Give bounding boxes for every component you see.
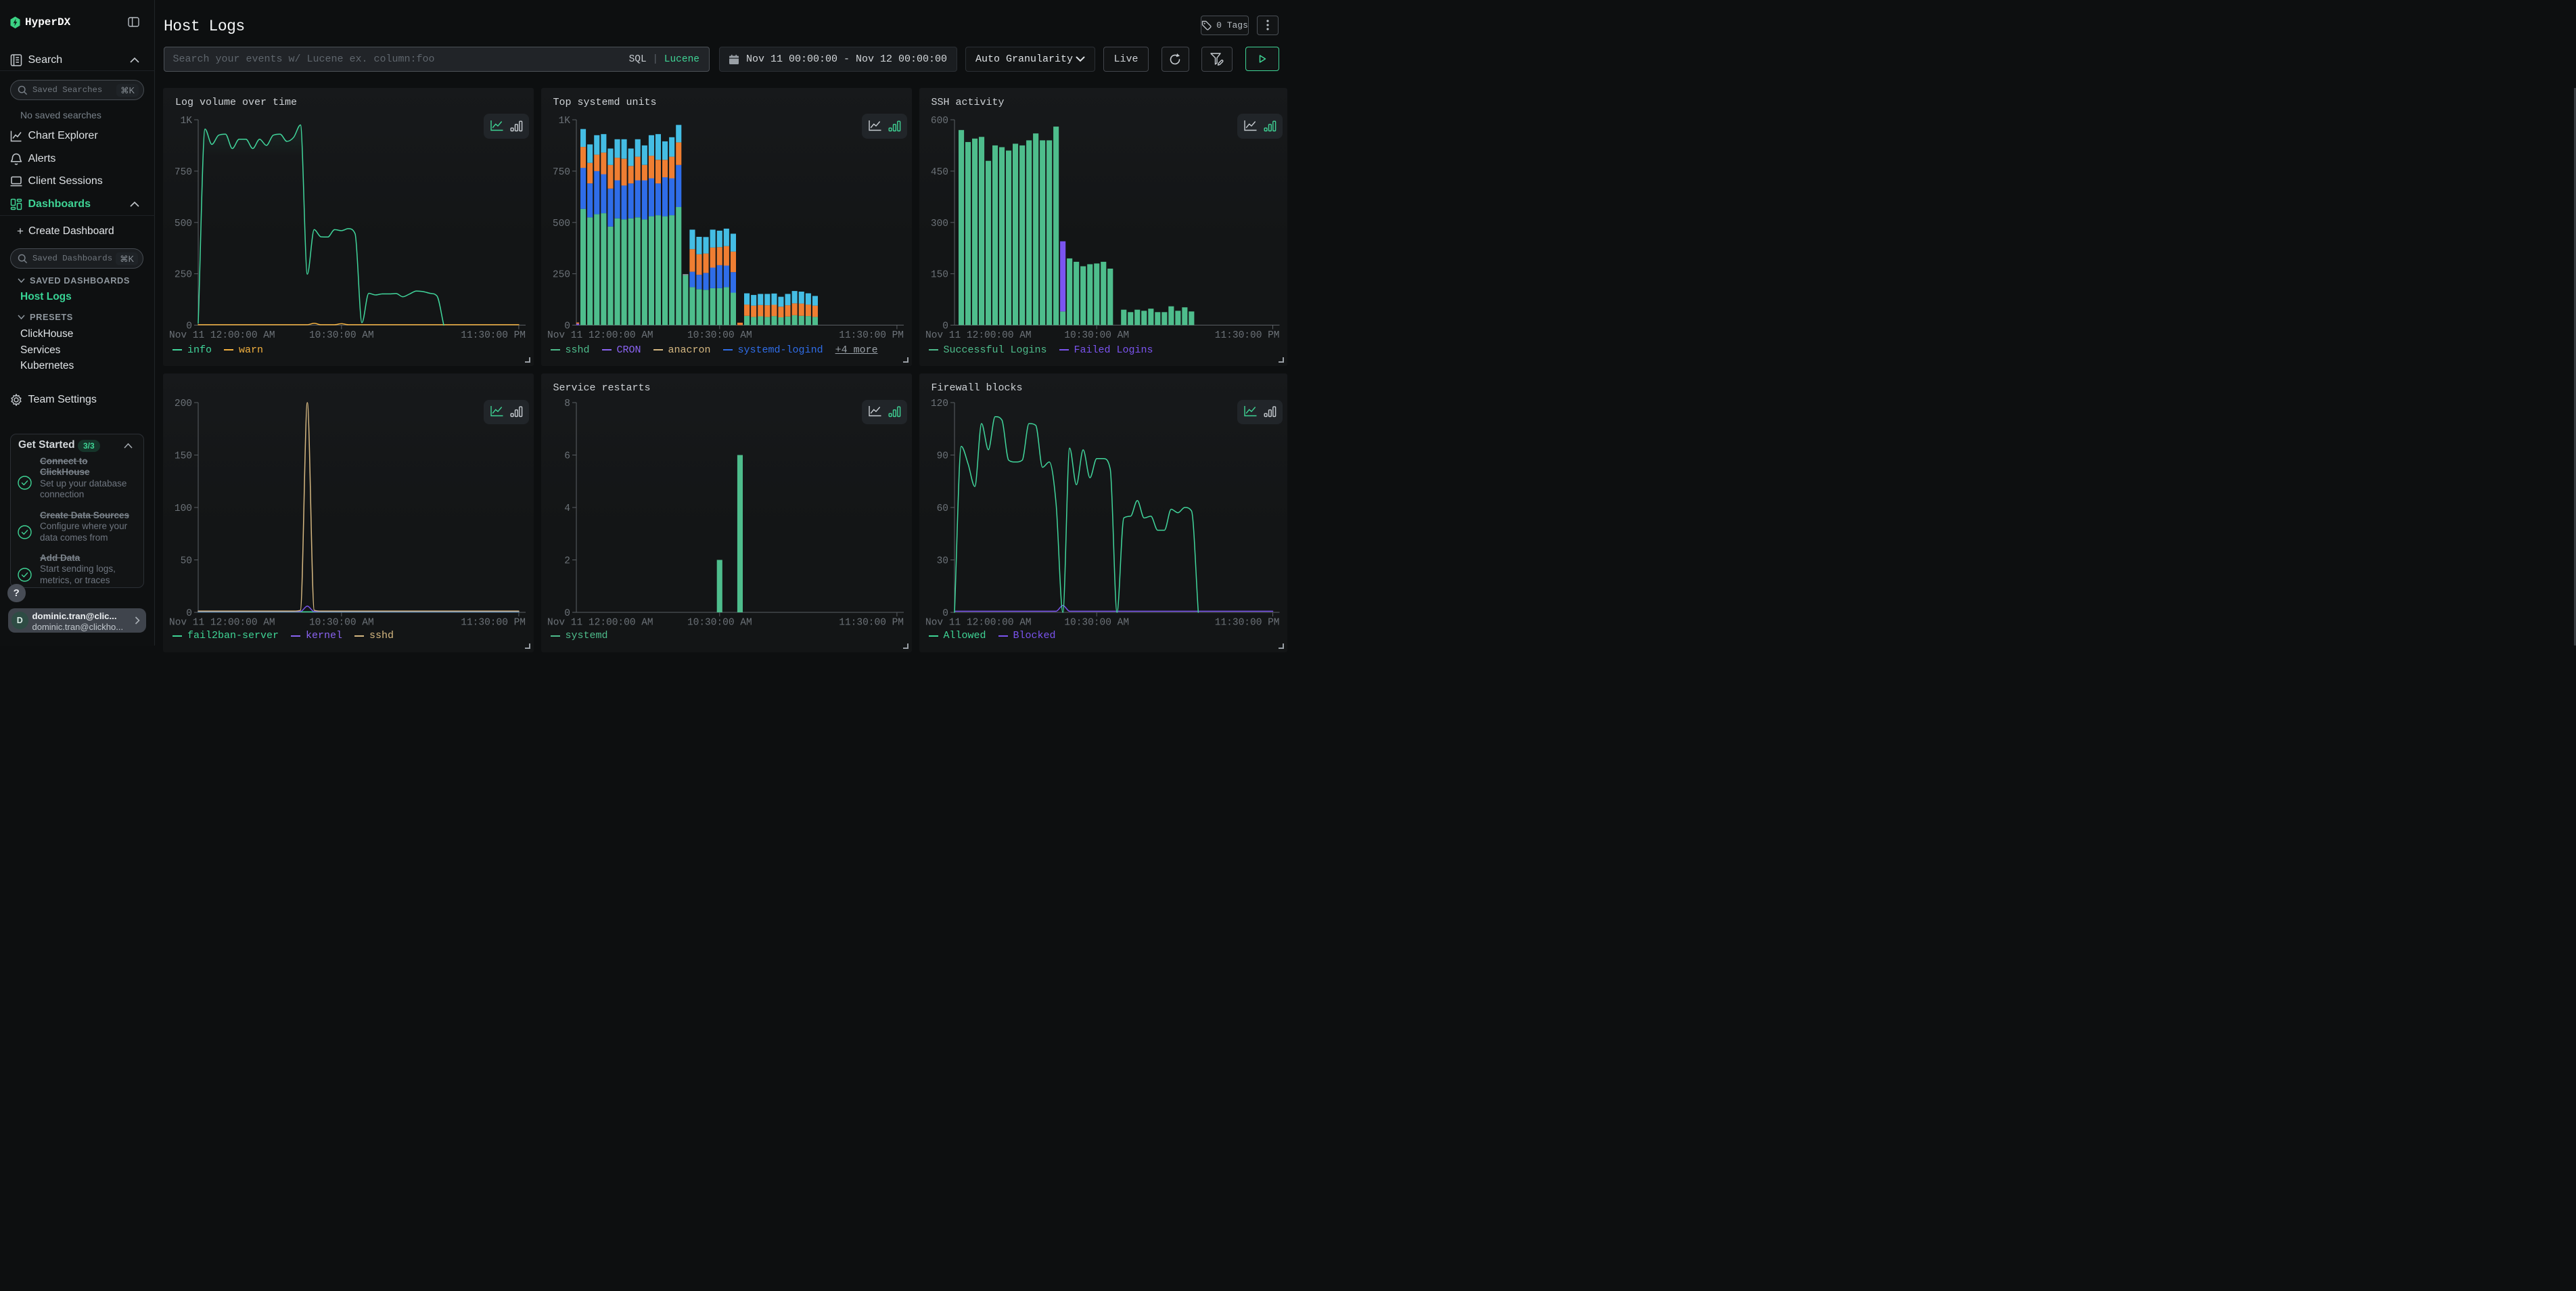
- svg-text:250: 250: [175, 269, 192, 280]
- svg-text:6: 6: [564, 451, 570, 462]
- svg-text:10:30:00 AM: 10:30:00 AM: [309, 618, 374, 629]
- svg-text:500: 500: [552, 218, 570, 229]
- svg-text:10:30:00 AM: 10:30:00 AM: [309, 330, 374, 341]
- svg-text:11:30:00 PM: 11:30:00 PM: [461, 618, 526, 629]
- svg-text:100: 100: [175, 503, 192, 514]
- svg-text:750: 750: [175, 166, 192, 177]
- svg-text:250: 250: [552, 269, 570, 280]
- svg-text:11:30:00 PM: 11:30:00 PM: [839, 330, 904, 341]
- svg-text:50: 50: [181, 556, 192, 567]
- svg-text:10:30:00 AM: 10:30:00 AM: [687, 618, 752, 629]
- svg-text:11:30:00 PM: 11:30:00 PM: [461, 330, 526, 341]
- svg-text:90: 90: [936, 451, 948, 462]
- svg-text:Nov 11 12:00:00 AM: Nov 11 12:00:00 AM: [547, 330, 653, 341]
- svg-text:Nov 11 12:00:00 AM: Nov 11 12:00:00 AM: [169, 618, 275, 629]
- svg-text:10:30:00 AM: 10:30:00 AM: [1064, 618, 1129, 629]
- svg-text:500: 500: [175, 218, 192, 229]
- svg-text:10:30:00 AM: 10:30:00 AM: [687, 330, 752, 341]
- svg-text:450: 450: [930, 166, 948, 177]
- svg-text:750: 750: [552, 166, 570, 177]
- svg-text:30: 30: [936, 556, 948, 567]
- svg-text:11:30:00 PM: 11:30:00 PM: [1214, 618, 1279, 629]
- svg-text:Nov 11 12:00:00 AM: Nov 11 12:00:00 AM: [547, 618, 653, 629]
- svg-text:200: 200: [175, 399, 192, 409]
- svg-text:60: 60: [936, 503, 948, 514]
- svg-text:10:30:00 AM: 10:30:00 AM: [1064, 330, 1129, 341]
- svg-text:150: 150: [175, 451, 192, 462]
- svg-text:4: 4: [564, 503, 570, 514]
- svg-text:2: 2: [564, 556, 570, 567]
- svg-text:120: 120: [930, 399, 948, 409]
- svg-text:150: 150: [930, 269, 948, 280]
- svg-text:600: 600: [930, 116, 948, 127]
- svg-text:11:30:00 PM: 11:30:00 PM: [1214, 330, 1279, 341]
- svg-text:1K: 1K: [181, 116, 193, 127]
- svg-text:1K: 1K: [558, 116, 570, 127]
- svg-text:11:30:00 PM: 11:30:00 PM: [839, 618, 904, 629]
- svg-text:Nov 11 12:00:00 AM: Nov 11 12:00:00 AM: [925, 330, 1032, 341]
- svg-text:Nov 11 12:00:00 AM: Nov 11 12:00:00 AM: [925, 618, 1032, 629]
- svg-text:300: 300: [930, 218, 948, 229]
- svg-text:Nov 11 12:00:00 AM: Nov 11 12:00:00 AM: [169, 330, 275, 341]
- svg-text:8: 8: [564, 399, 570, 409]
